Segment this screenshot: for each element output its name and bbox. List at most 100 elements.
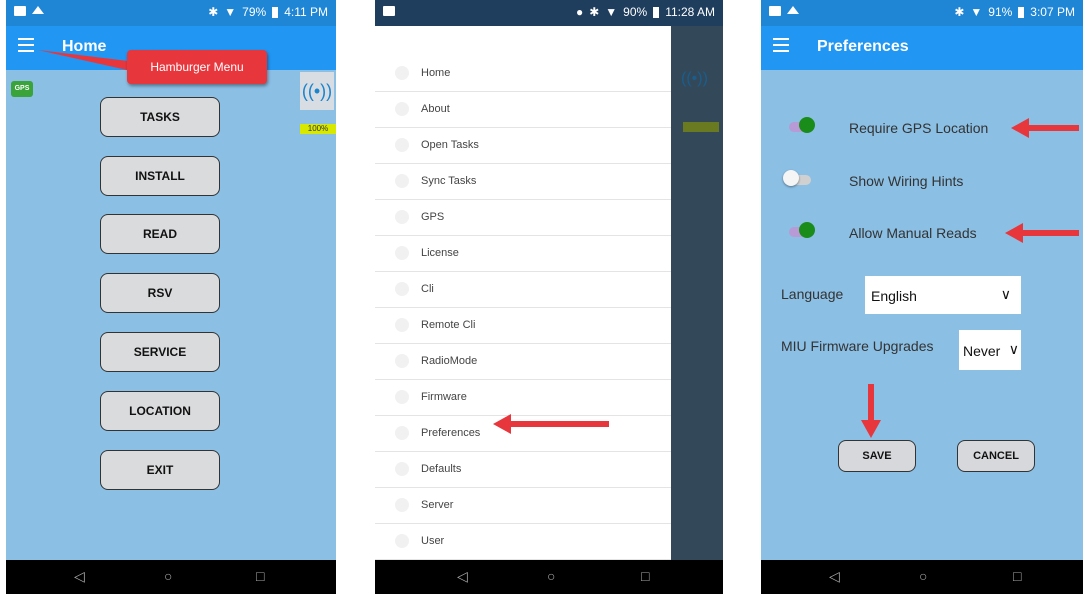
- drawer-item-defaults[interactable]: Defaults: [375, 452, 671, 488]
- gps-icon[interactable]: GPS: [11, 81, 33, 97]
- save-button[interactable]: SAVE: [838, 440, 916, 472]
- firmware-upgrades-value: Never: [963, 343, 1001, 359]
- toggle-label: Require GPS Location: [849, 120, 989, 136]
- drawer-item-radiomode[interactable]: RadioMode: [375, 344, 671, 380]
- drawer-header: [375, 26, 671, 56]
- home-circle-icon[interactable]: ○: [164, 568, 172, 584]
- firmware-upgrades-select[interactable]: Never ∨: [959, 330, 1021, 370]
- home-circle-icon[interactable]: ○: [547, 568, 555, 584]
- save-pointer-arrow: [861, 384, 881, 438]
- drawer-item-sync-tasks[interactable]: Sync Tasks: [375, 164, 671, 200]
- toggle-switch-manual-reads[interactable]: [799, 222, 815, 238]
- chevron-down-icon: ∨: [1008, 341, 1019, 357]
- tasks-button[interactable]: TASKS: [100, 97, 220, 137]
- person-icon: [395, 66, 409, 80]
- system-nav-bar: ◁ ○ □: [6, 560, 336, 594]
- drawer-item-user[interactable]: User: [375, 524, 671, 560]
- back-icon[interactable]: ◁: [74, 568, 85, 585]
- person-icon: [395, 534, 409, 548]
- toggle-label: Show Wiring Hints: [849, 173, 964, 189]
- hamburger-icon[interactable]: [773, 38, 789, 52]
- manual-reads-pointer-arrow: [1005, 223, 1079, 243]
- drawer-item-open-tasks[interactable]: Open Tasks: [375, 128, 671, 164]
- toggle-row-wiring-hints[interactable]: Show Wiring Hints: [761, 167, 1083, 197]
- battery-percent: 79%: [242, 5, 267, 19]
- list-icon: [395, 462, 409, 476]
- drawer-item-remote-cli[interactable]: Remote Cli: [375, 308, 671, 344]
- preferences-content: Require GPS Location Show Wiring Hints A…: [761, 70, 1083, 560]
- bluetooth-icon: ✱: [954, 5, 965, 19]
- wifi-icon: ▼: [970, 5, 983, 19]
- battery-level-badge: 100%: [300, 124, 336, 134]
- bluetooth-icon: ✱: [589, 5, 600, 19]
- drawer-item-server[interactable]: Server: [375, 488, 671, 524]
- clock: 4:11 PM: [284, 5, 328, 19]
- battery-percent: 90%: [623, 5, 648, 19]
- rsv-button[interactable]: RSV: [100, 273, 220, 313]
- system-nav-bar: ◁ ○ □: [375, 560, 723, 594]
- battery-icon: [1018, 6, 1025, 18]
- back-icon[interactable]: ◁: [829, 568, 840, 585]
- phone-preferences-screen: ✱ ▼ 91% 3:07 PM Preferences Require GPS …: [761, 0, 1083, 594]
- location-button[interactable]: LOCATION: [100, 391, 220, 431]
- battery-percent: 91%: [988, 5, 1013, 19]
- firmware-upgrades-label: MIU Firmware Upgrades: [781, 338, 934, 354]
- language-select[interactable]: English ∨: [865, 276, 1021, 314]
- person-icon: [395, 138, 409, 152]
- bluetooth-icon: ✱: [208, 5, 219, 19]
- hamburger-icon[interactable]: [18, 38, 34, 52]
- home-content: GPS ((•)) 100% TASKS INSTALL READ RSV SE…: [6, 70, 336, 560]
- preferences-pointer-arrow: [493, 414, 609, 434]
- radio-signal-icon[interactable]: ((•)): [300, 72, 334, 110]
- recents-icon[interactable]: □: [256, 568, 264, 584]
- list-icon: [395, 354, 409, 368]
- language-label: Language: [781, 286, 844, 302]
- install-button[interactable]: INSTALL: [100, 156, 220, 196]
- phone-home-screen: ✱ ▼ 79% 4:11 PM Home GPS ((•)) 100% TASK…: [6, 0, 336, 594]
- clock: 11:28 AM: [665, 5, 715, 19]
- list-icon: [395, 282, 409, 296]
- drawer-item-gps[interactable]: GPS: [375, 200, 671, 236]
- read-button[interactable]: READ: [100, 214, 220, 254]
- home-circle-icon[interactable]: ○: [919, 568, 927, 584]
- wifi-icon: ▼: [224, 5, 237, 19]
- back-icon[interactable]: ◁: [457, 568, 468, 585]
- battery-icon: [653, 6, 660, 18]
- drawer-item-license[interactable]: License: [375, 236, 671, 272]
- cloud-icon: [32, 6, 44, 14]
- list-icon: [395, 246, 409, 260]
- hamburger-menu-callout: Hamburger Menu: [127, 50, 267, 84]
- wifi-icon: ▼: [605, 5, 618, 19]
- list-icon: [395, 210, 409, 224]
- drawer-item-cli[interactable]: Cli: [375, 272, 671, 308]
- chevron-down-icon: ∨: [1000, 286, 1011, 302]
- list-icon: [395, 318, 409, 332]
- drawer-item-home[interactable]: Home: [375, 56, 671, 92]
- cancel-button[interactable]: CANCEL: [957, 440, 1035, 472]
- battery-icon: [272, 6, 279, 18]
- status-bar: ✱ ▼ 79% 4:11 PM: [6, 0, 336, 26]
- toggle-label: Allow Manual Reads: [849, 225, 977, 241]
- exit-button[interactable]: EXIT: [100, 450, 220, 490]
- language-value: English: [871, 288, 917, 304]
- page-title: Preferences: [817, 38, 909, 55]
- drawer-scrim[interactable]: ((•)): [671, 26, 723, 560]
- image-icon: [769, 6, 781, 16]
- navigation-drawer: Home About Open Tasks Sync Tasks GPS Lic…: [375, 26, 671, 560]
- image-icon: [14, 6, 26, 16]
- status-bar: ✱ ▼ 91% 3:07 PM: [761, 0, 1083, 26]
- toggle-switch-require-gps[interactable]: [799, 117, 815, 133]
- status-bar: ● ✱ ▼ 90% 11:28 AM: [375, 0, 723, 26]
- app-bar: Preferences: [761, 26, 1083, 70]
- location-icon: ●: [575, 5, 584, 19]
- person-icon: [395, 102, 409, 116]
- require-gps-pointer-arrow: [1011, 118, 1079, 138]
- battery-level-badge: [683, 122, 719, 132]
- toggle-switch-wiring-hints[interactable]: [783, 170, 799, 186]
- drawer-item-about[interactable]: About: [375, 92, 671, 128]
- recents-icon[interactable]: □: [1013, 568, 1021, 584]
- recents-icon[interactable]: □: [641, 568, 649, 584]
- service-button[interactable]: SERVICE: [100, 332, 220, 372]
- phone-drawer-screen: ● ✱ ▼ 90% 11:28 AM ((•)) Home About Open…: [375, 0, 723, 594]
- drawer-item-firmware[interactable]: Firmware: [375, 380, 671, 416]
